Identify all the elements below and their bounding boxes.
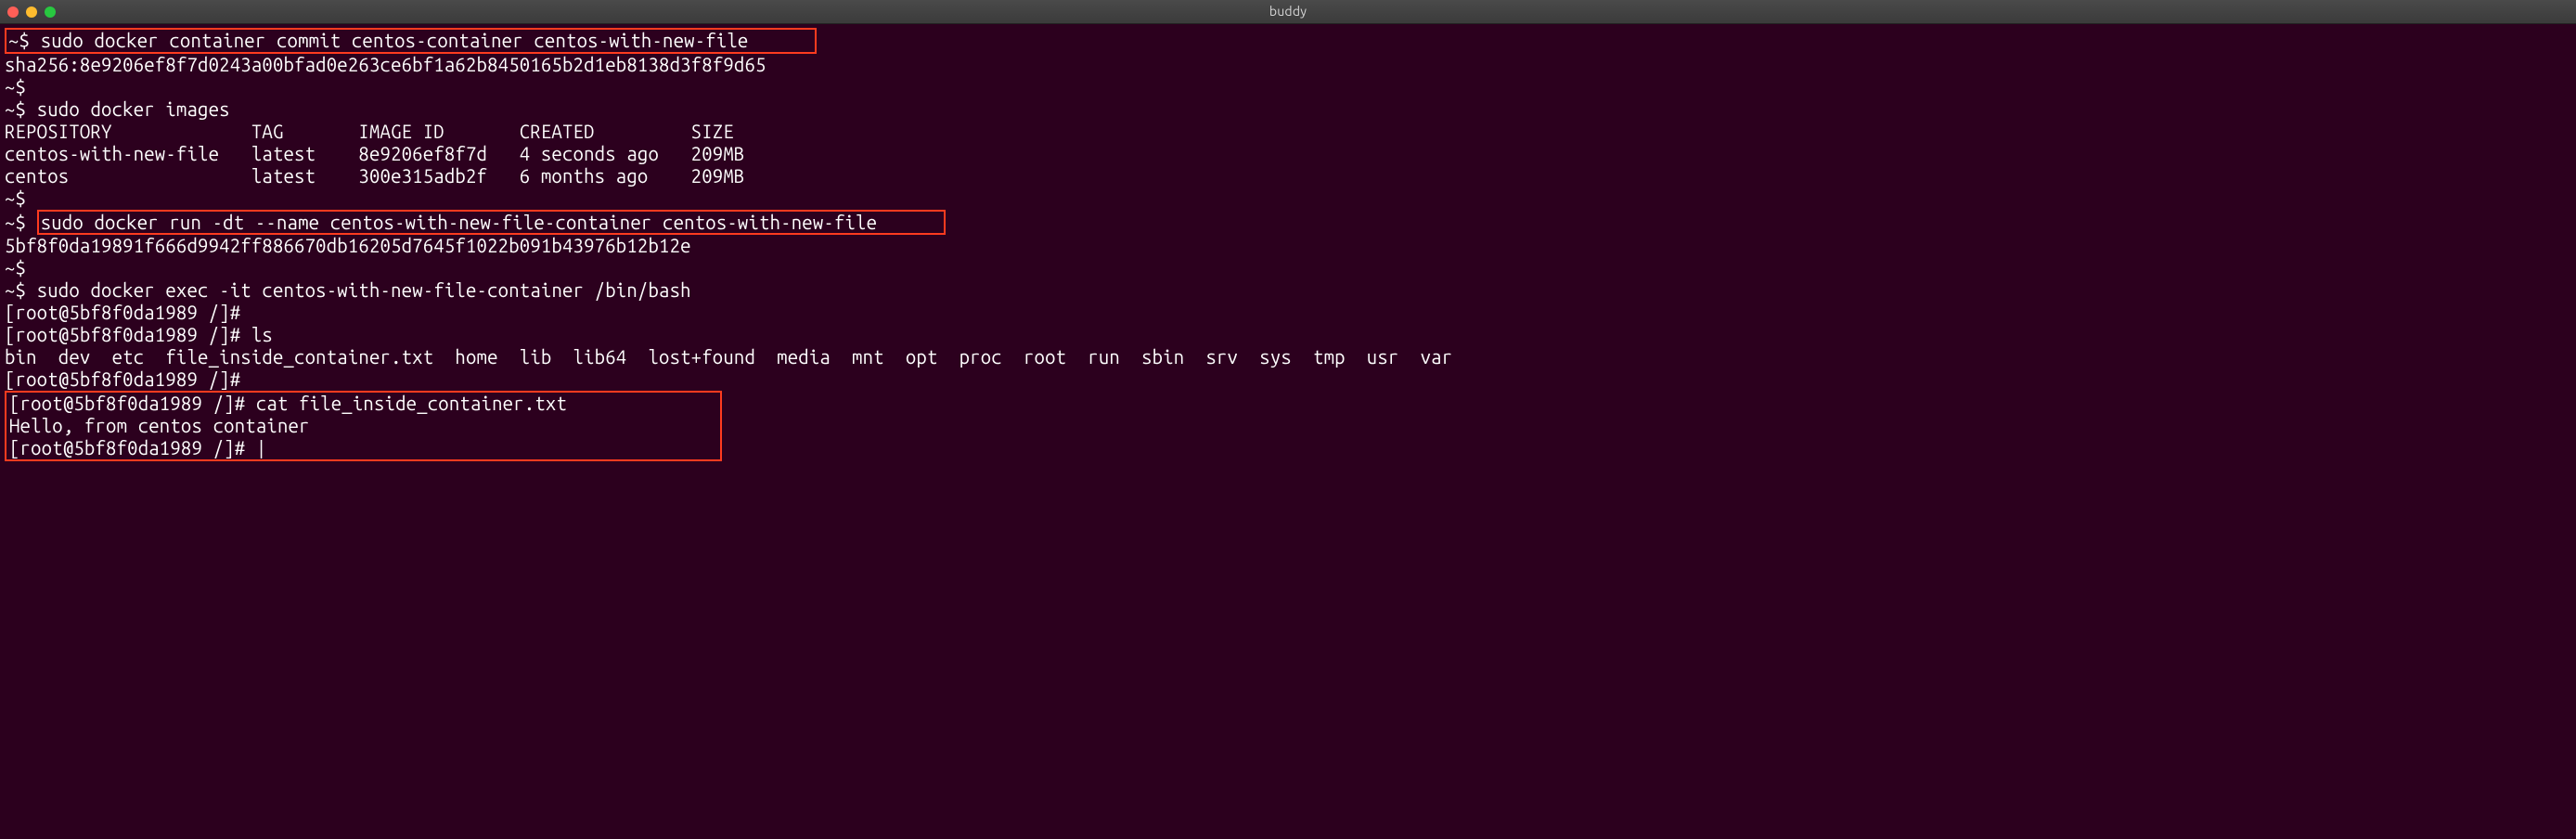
prompt: ~$ xyxy=(5,76,2571,98)
highlight-block: [root@5bf8f0da1989 /]# cat file_inside_c… xyxy=(5,391,722,461)
cmd-cat-line: [root@5bf8f0da1989 /]# cat file_inside_c… xyxy=(9,393,717,415)
cmd-commit: sudo docker container commit centos-cont… xyxy=(41,30,749,51)
window-controls xyxy=(7,6,56,18)
cmd-images-line: ~$ sudo docker images xyxy=(5,98,2571,121)
run-output: 5bf8f0da19891f666d9942ff886670db16205d76… xyxy=(5,235,2571,257)
cursor-icon: | xyxy=(256,437,267,458)
prompt: ~$ xyxy=(5,98,37,120)
cmd-ls-line: [root@5bf8f0da1989 /]# ls xyxy=(5,324,2571,346)
terminal[interactable]: ~$ sudo docker container commit centos-c… xyxy=(0,24,2576,471)
prompt: ~$ xyxy=(5,279,37,301)
root-prompt: [root@5bf8f0da1989 /]# xyxy=(5,302,2571,324)
close-icon[interactable] xyxy=(7,6,19,18)
root-prompt: [root@5bf8f0da1989 /]# xyxy=(9,393,256,414)
cmd-exec: sudo docker exec -it centos-with-new-fil… xyxy=(37,279,691,301)
prompt: ~$ xyxy=(5,212,37,233)
cmd-exec-line: ~$ sudo docker exec -it centos-with-new-… xyxy=(5,279,2571,302)
table-row: centos latest 300e315adb2f 6 months ago … xyxy=(5,165,2571,187)
minimize-icon[interactable] xyxy=(26,6,37,18)
prompt: ~$ xyxy=(5,257,2571,279)
prompt: ~$ xyxy=(5,187,2571,210)
window-title: buddy xyxy=(1269,4,1307,19)
cmd-images: sudo docker images xyxy=(37,98,230,120)
cmd-run-line: ~$ sudo docker run -dt --name centos-wit… xyxy=(5,210,2571,236)
cmd-cat: cat file_inside_container.txt xyxy=(256,393,567,414)
prompt: ~$ xyxy=(8,30,41,51)
commit-output: sha256:8e9206ef8f7d0243a00bfad0e263ce6bf… xyxy=(5,54,2571,76)
root-prompt-cursor: [root@5bf8f0da1989 /]# | xyxy=(9,437,717,459)
cmd-run: sudo docker run -dt --name centos-with-n… xyxy=(41,212,878,233)
table-row: centos-with-new-file latest 8e9206ef8f7d… xyxy=(5,143,2571,165)
maximize-icon[interactable] xyxy=(45,6,56,18)
root-prompt: [root@5bf8f0da1989 /]# xyxy=(5,324,251,345)
table-header: REPOSITORY TAG IMAGE ID CREATED SIZE xyxy=(5,121,2571,143)
cmd-ls: ls xyxy=(251,324,273,345)
cmd-commit-line: ~$ sudo docker container commit centos-c… xyxy=(5,28,2571,54)
cat-output: Hello, from centos container xyxy=(9,415,717,437)
ls-output: bin dev etc file_inside_container.txt ho… xyxy=(5,346,2571,368)
root-prompt-partial: [root@5bf8f0da1989 /]# xyxy=(5,368,2571,391)
titlebar: buddy xyxy=(0,0,2576,24)
